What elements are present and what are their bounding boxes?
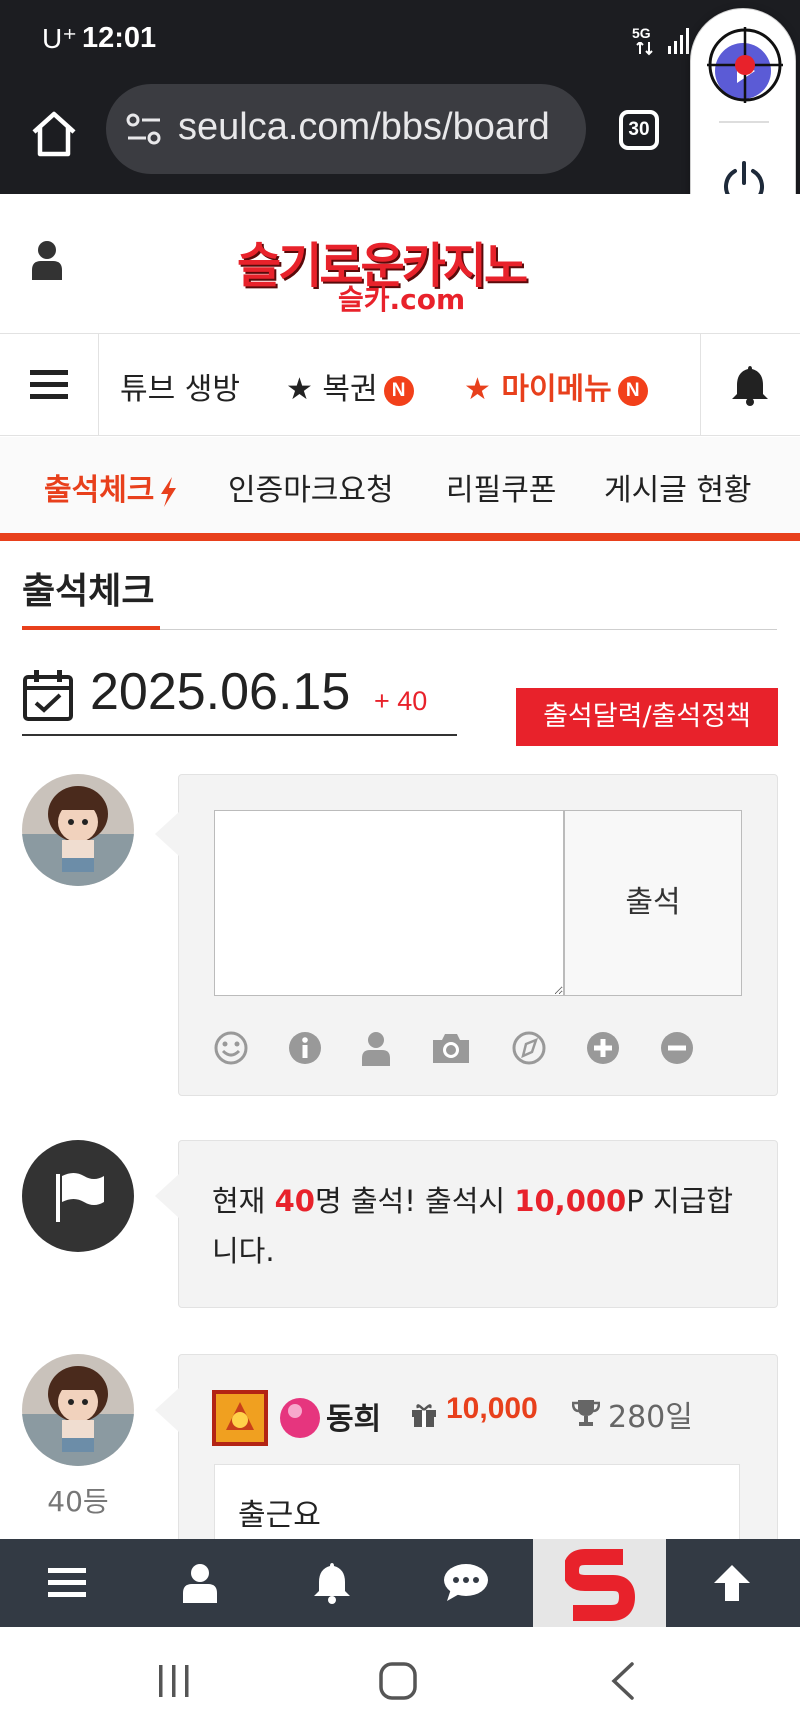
username[interactable]: 동희 [326,1394,381,1438]
tab-label: 인증마크요청 [228,473,394,508]
avatar-image [22,774,134,886]
attendance-count-delta: + 40 [374,686,428,716]
page-title: 출석체크 [22,571,155,612]
bubble-tail [155,812,179,856]
emoji-icon[interactable] [213,1030,249,1066]
bottom-toolbar [0,1539,800,1627]
notice-points: 10,000 [514,1184,627,1218]
url-text: seulca.com/bbs/board [178,106,550,148]
home-icon[interactable] [28,108,80,160]
tab-label: 출석체크 [44,473,155,508]
hamburger-menu-icon [48,1568,86,1597]
arrow-up-icon [714,1565,750,1601]
tab-cert-request[interactable]: 인증마크요청 [228,465,394,509]
gift-icon [412,1404,436,1427]
expand-plus-icon[interactable] [585,1030,621,1066]
clock: 12:01 [82,22,157,54]
nav-item-label: ★ 마이메뉴 [464,372,612,407]
date-header: 2025.06.15 + 40 [22,662,457,736]
camera-icon[interactable] [431,1030,471,1066]
avatar [22,1354,134,1466]
user-icon[interactable] [32,240,62,280]
bottom-notification-button[interactable] [266,1539,399,1627]
secondary-nav: 출석체크 인증마크요청 리필쿠폰 게시글 현황 [0,437,800,533]
attendance-comment-input[interactable] [214,810,564,996]
nav-item-lottery[interactable]: ★ 복권 N [286,364,414,408]
attendance-calendar-button[interactable]: 출석달력/출석정책 [516,688,778,746]
nav-item-label: 튜브 생방 [120,372,240,407]
notice-count: 40 [274,1184,315,1218]
nav-divider [700,334,701,436]
data-arrows-icon [636,42,653,56]
bottom-profile-button[interactable] [133,1539,266,1627]
tab-label: 게시글 현황 [604,473,752,508]
nav-item-tube[interactable]: 튜브 생방 [120,364,240,408]
scroll-top-button[interactable] [666,1539,799,1627]
site-settings-icon[interactable] [126,112,162,146]
title-divider [160,629,777,630]
pink-orb-icon [280,1398,320,1438]
attendance-submit-button[interactable]: 출석 [564,810,742,996]
bell-icon[interactable] [730,364,770,406]
back-icon[interactable] [608,1661,636,1701]
video-icon[interactable] [511,1030,547,1066]
carrier-label: U⁺ [42,23,77,54]
tab-label: 리필쿠폰 [446,473,557,508]
site-header: 슬기로운카지노 슬카.com [0,194,800,334]
nav-item-label: ★ 복권 [286,372,378,407]
signal-icon [668,28,689,54]
lightning-icon [161,476,177,507]
attendance-date: 2025.06.15 [90,663,351,721]
attendance-points: 10,000 [446,1392,538,1425]
title-underline [22,626,160,630]
network-label: 5G [632,25,651,41]
trophy-icon [572,1400,600,1426]
notice-text-part: 명 출석! 출석시 [314,1184,515,1218]
home-button-icon[interactable] [378,1661,418,1701]
tab-refill-coupon[interactable]: 리필쿠폰 [446,465,556,509]
attendance-rank: 40등 [47,1485,109,1518]
browser-toolbar: seulca.com/bbs/board 30 [0,84,800,194]
user-icon [183,1564,217,1603]
avatar-image [22,1354,134,1466]
user-mention-icon[interactable] [358,1030,394,1066]
attendance-notice: 현재 40명 출석! 출석시 10,000P 지급합니다. [212,1176,752,1276]
chat-icon [444,1564,488,1601]
primary-nav: 튜브 생방 ★ 복권 N ★ 마이메뉴 N [0,334,800,436]
bubble-tail [155,1174,179,1218]
bottom-menu-button[interactable] [0,1539,133,1627]
calendar-check-icon [23,670,73,721]
tab-switcher-button[interactable]: 30 [619,110,659,150]
bubble-tail [155,1388,179,1432]
nav-item-mymenu[interactable]: ★ 마이메뉴 N [464,364,648,408]
bottom-chat-button[interactable] [399,1539,532,1627]
attendance-message: 출근요 [238,1498,321,1533]
nav-divider [98,334,99,436]
new-badge: N [617,375,648,406]
avatar [22,774,134,886]
bell-icon [314,1563,350,1604]
new-badge: N [383,375,414,406]
level-badge-icon [212,1390,268,1446]
tab-attendance[interactable]: 출석체크 [44,465,178,509]
notice-text-part: 현재 [212,1184,275,1218]
tab-post-status[interactable]: 게시글 현황 [604,465,752,509]
status-bar: U⁺ 12:01 5G [0,0,800,84]
nav-accent-line [0,533,800,541]
info-icon[interactable] [287,1030,323,1066]
shrink-minus-icon[interactable] [659,1030,695,1066]
widget-divider [719,121,769,123]
attendance-days: 280일 [608,1400,693,1435]
recent-apps-icon[interactable] [156,1663,192,1699]
url-field[interactable]: seulca.com/bbs/board [106,84,586,174]
flag-icon [22,1140,134,1252]
site-logo-sub: 슬카.com [338,283,466,316]
site-s-logo-icon [565,1549,635,1621]
record-play-icon[interactable] [707,27,783,103]
system-nav-bar [0,1627,800,1734]
bottom-site-logo-button[interactable] [533,1539,666,1627]
hamburger-menu-icon[interactable] [30,368,68,402]
